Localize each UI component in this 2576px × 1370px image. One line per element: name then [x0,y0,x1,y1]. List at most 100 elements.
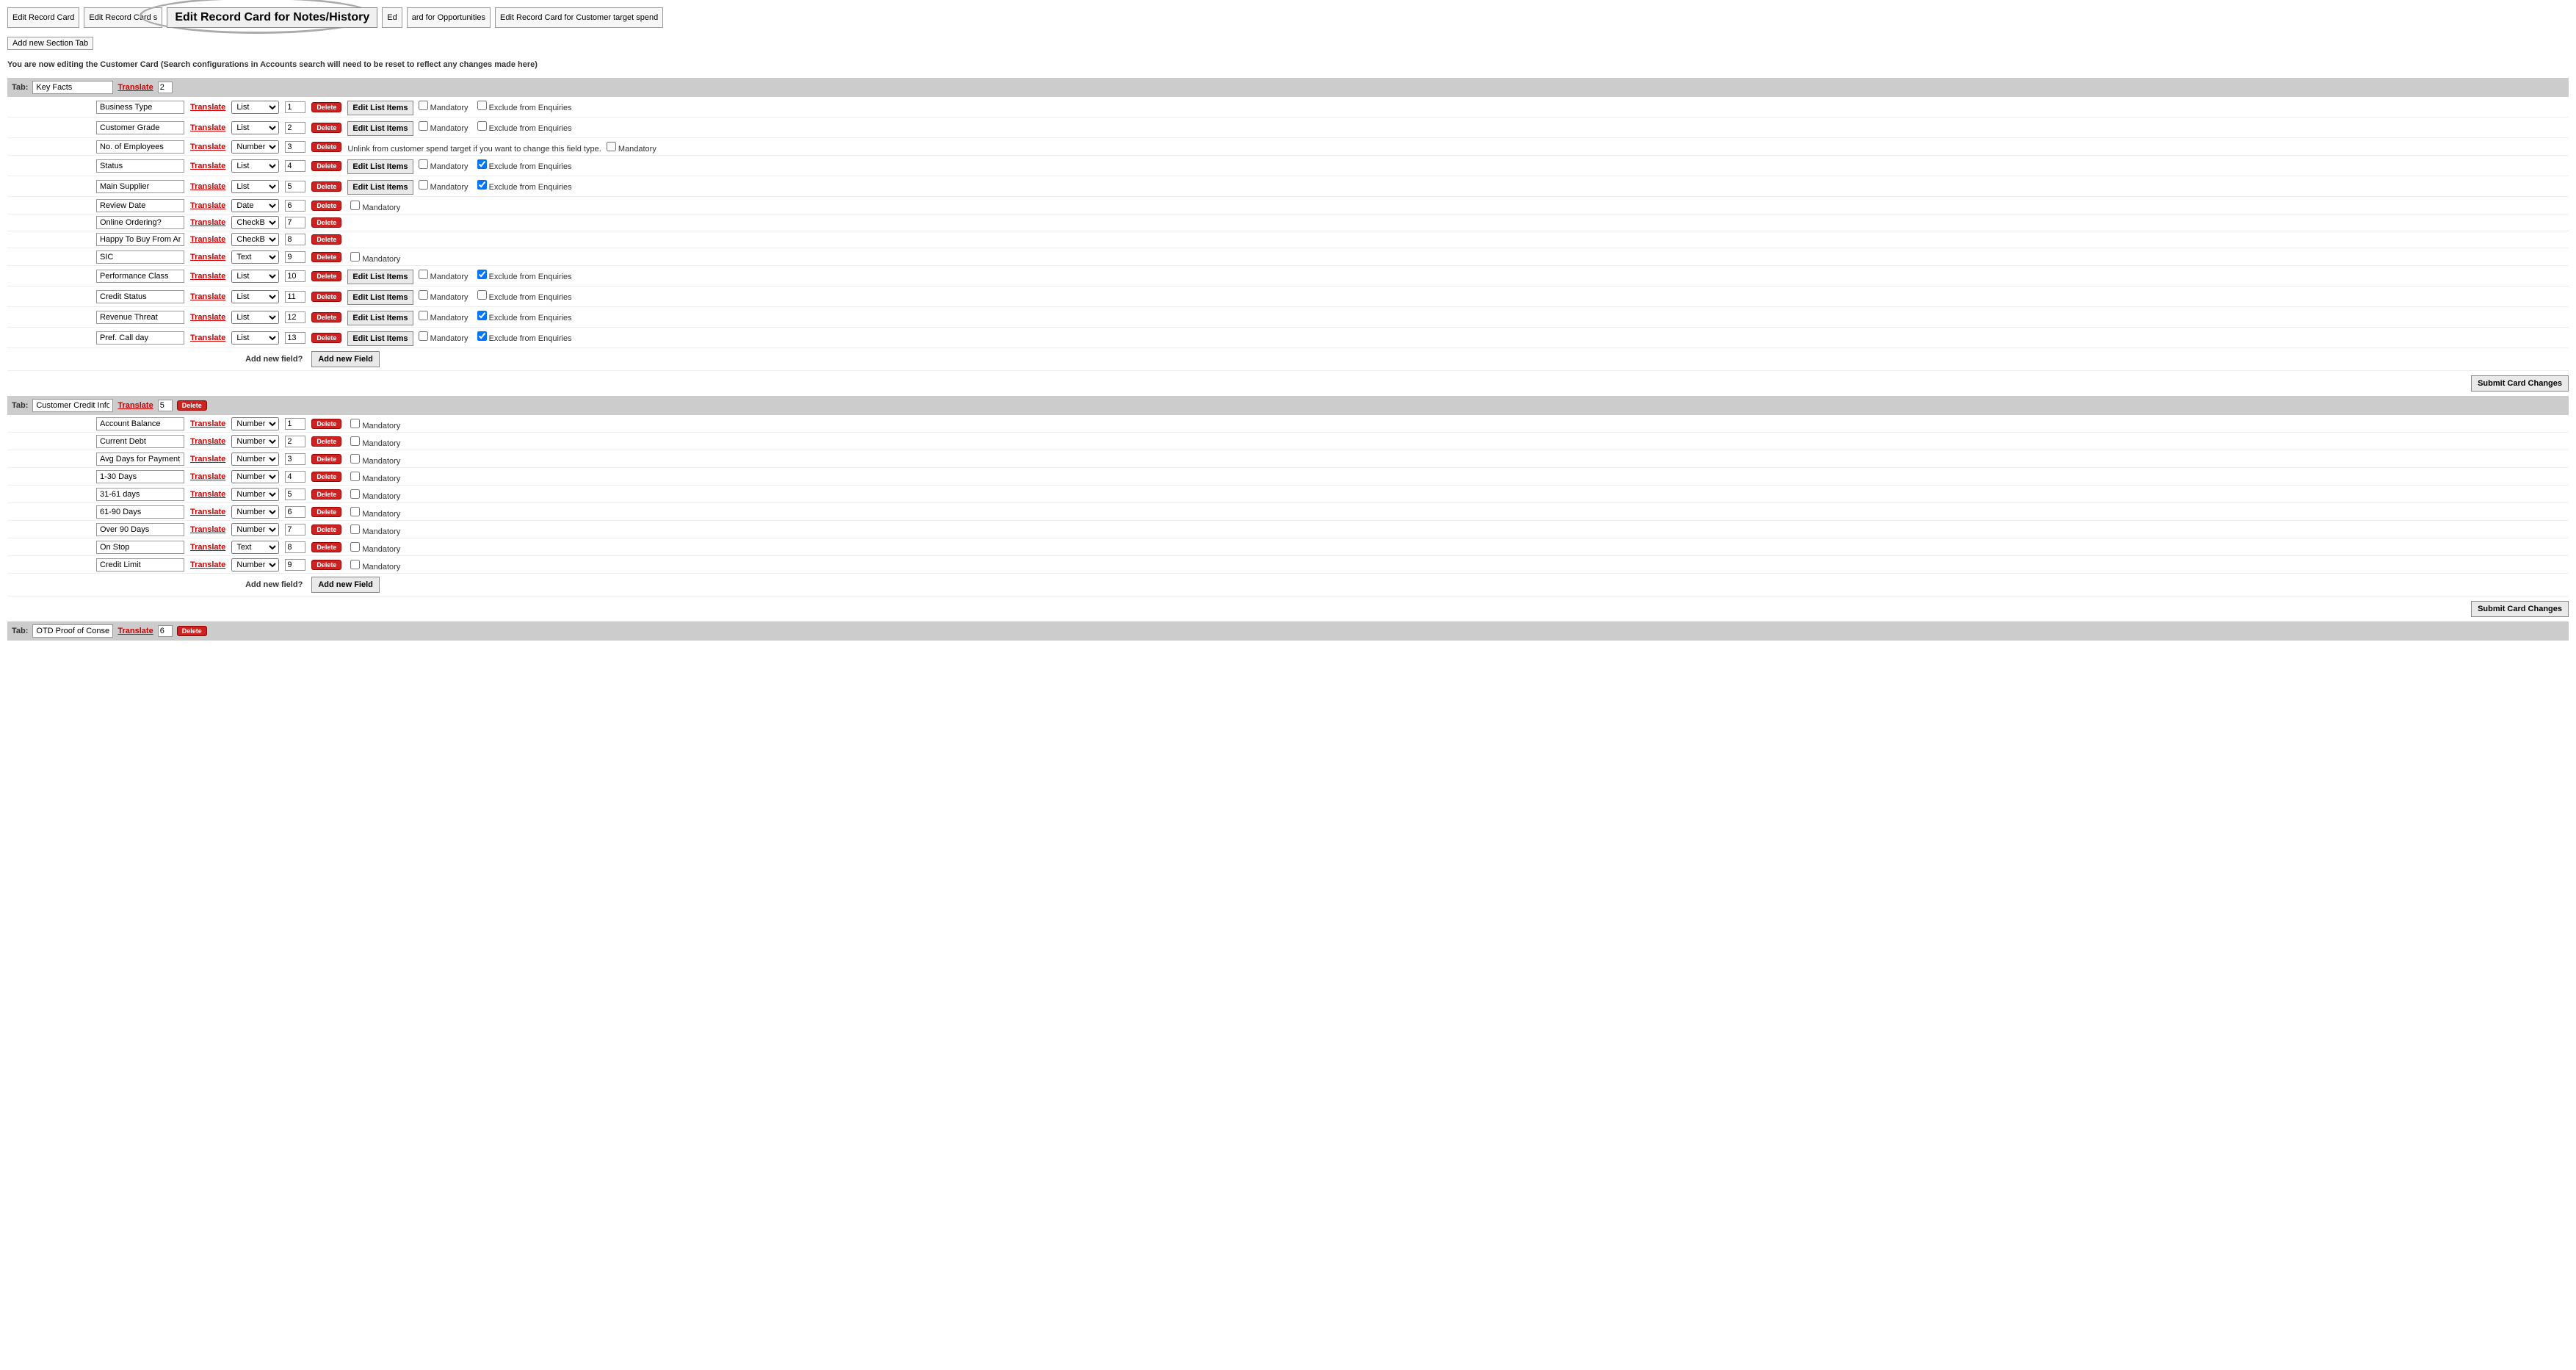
add-section-tab-button[interactable]: Add new Section Tab [7,37,93,50]
mandatory-checkbox[interactable] [350,524,360,534]
translate-link[interactable]: Translate [190,472,225,481]
field-type-select[interactable]: ListNumberDateCheckBoxText [231,470,279,483]
field-order-input[interactable] [285,524,305,536]
translate-link[interactable]: Translate [117,401,153,410]
tab-edit-record-card[interactable]: Edit Record Card [7,7,79,28]
delete-field-button[interactable]: Delete [311,271,341,281]
delete-field-button[interactable]: Delete [311,472,341,482]
field-order-input[interactable] [285,217,305,228]
field-name-input[interactable] [96,233,184,246]
mandatory-checkbox[interactable] [419,121,428,131]
field-type-select[interactable]: ListNumberDateCheckBoxText [231,541,279,554]
tab-name-input[interactable] [32,81,113,94]
mandatory-label[interactable]: Mandatory [416,314,468,322]
delete-field-button[interactable]: Delete [311,234,341,245]
field-order-input[interactable] [285,418,305,430]
field-type-select[interactable]: ListNumberDateCheckBoxText [231,290,279,303]
delete-field-button[interactable]: Delete [311,419,341,429]
edit-list-items-button[interactable]: Edit List Items [347,159,413,174]
mandatory-label[interactable]: Mandatory [347,439,400,448]
translate-link[interactable]: Translate [190,508,225,516]
mandatory-checkbox[interactable] [350,542,360,552]
mandatory-checkbox[interactable] [607,142,616,151]
field-name-input[interactable] [96,435,184,448]
translate-link[interactable]: Translate [190,143,225,151]
mandatory-checkbox[interactable] [350,454,360,464]
edit-list-items-button[interactable]: Edit List Items [347,331,413,346]
mandatory-checkbox[interactable] [419,180,428,190]
mandatory-label[interactable]: Mandatory [347,545,400,554]
add-new-field-button[interactable]: Add new Field [311,577,380,593]
field-order-input[interactable] [285,234,305,245]
field-name-input[interactable] [96,199,184,212]
exclude-label[interactable]: Exclude from Enquiries [474,334,572,343]
delete-field-button[interactable]: Delete [311,454,341,464]
translate-link[interactable]: Translate [190,201,225,210]
exclude-label[interactable]: Exclude from Enquiries [474,314,572,322]
field-type-select[interactable]: ListNumberDateCheckBoxText [231,101,279,114]
exclude-checkbox[interactable] [477,159,487,169]
delete-field-button[interactable]: Delete [311,102,341,112]
delete-field-button[interactable]: Delete [311,312,341,322]
tab-edit-record-card-s[interactable]: Edit Record Card s [84,7,162,28]
translate-link[interactable]: Translate [190,525,225,534]
mandatory-label[interactable]: Mandatory [416,183,468,192]
field-order-input[interactable] [285,122,305,134]
field-name-input[interactable] [96,417,184,430]
mandatory-checkbox[interactable] [419,270,428,279]
field-order-input[interactable] [285,506,305,518]
translate-link[interactable]: Translate [190,543,225,552]
edit-list-items-button[interactable]: Edit List Items [347,311,413,325]
tab-edit-notes-history[interactable]: Edit Record Card for Notes/History [167,7,377,28]
field-name-input[interactable] [96,159,184,173]
mandatory-checkbox[interactable] [419,159,428,169]
delete-field-button[interactable]: Delete [311,542,341,552]
field-type-select[interactable]: ListNumberDateCheckBoxText [231,331,279,345]
field-type-select[interactable]: ListNumberDateCheckBoxText [231,488,279,501]
mandatory-label[interactable]: Mandatory [416,273,468,281]
mandatory-checkbox[interactable] [350,436,360,446]
exclude-label[interactable]: Exclude from Enquiries [474,162,572,171]
mandatory-label[interactable]: Mandatory [347,203,400,212]
field-type-select[interactable]: ListNumberDateCheckBoxText [231,121,279,134]
field-name-input[interactable] [96,140,184,154]
tab-edit-opportunities[interactable]: ard for Opportunities [407,7,491,28]
translate-link[interactable]: Translate [190,313,225,322]
delete-field-button[interactable]: Delete [311,560,341,570]
tab-edit-ed[interactable]: Ed [382,7,402,28]
field-name-input[interactable] [96,331,184,345]
tab-order-input[interactable] [158,82,173,93]
translate-link[interactable]: Translate [190,455,225,464]
field-order-input[interactable] [285,541,305,553]
field-order-input[interactable] [285,436,305,447]
tab-name-input[interactable] [32,399,113,412]
exclude-checkbox[interactable] [477,180,487,190]
tab-edit-customer-spend[interactable]: Edit Record Card for Customer target spe… [495,7,663,28]
field-type-select[interactable]: ListNumberDateCheckBoxText [231,453,279,466]
translate-link[interactable]: Translate [190,560,225,569]
field-name-input[interactable] [96,270,184,283]
delete-field-button[interactable]: Delete [311,142,341,152]
edit-list-items-button[interactable]: Edit List Items [347,121,413,136]
delete-field-button[interactable]: Delete [311,201,341,211]
mandatory-checkbox[interactable] [350,419,360,428]
delete-field-button[interactable]: Delete [311,489,341,500]
field-type-select[interactable]: ListNumberDateCheckBoxText [231,417,279,430]
translate-link[interactable]: Translate [190,490,225,499]
field-name-input[interactable] [96,311,184,324]
field-order-input[interactable] [285,200,305,212]
field-name-input[interactable] [96,180,184,193]
delete-field-button[interactable]: Delete [311,123,341,133]
field-name-input[interactable] [96,101,184,114]
mandatory-checkbox[interactable] [419,311,428,320]
delete-field-button[interactable]: Delete [311,161,341,171]
mandatory-checkbox[interactable] [350,560,360,569]
mandatory-checkbox[interactable] [350,252,360,262]
mandatory-label[interactable]: Mandatory [347,510,400,519]
mandatory-checkbox[interactable] [350,472,360,481]
mandatory-checkbox[interactable] [350,507,360,516]
tab-order-input[interactable] [158,625,173,637]
mandatory-label[interactable]: Mandatory [416,334,468,343]
delete-field-button[interactable]: Delete [311,292,341,302]
edit-list-items-button[interactable]: Edit List Items [347,180,413,195]
